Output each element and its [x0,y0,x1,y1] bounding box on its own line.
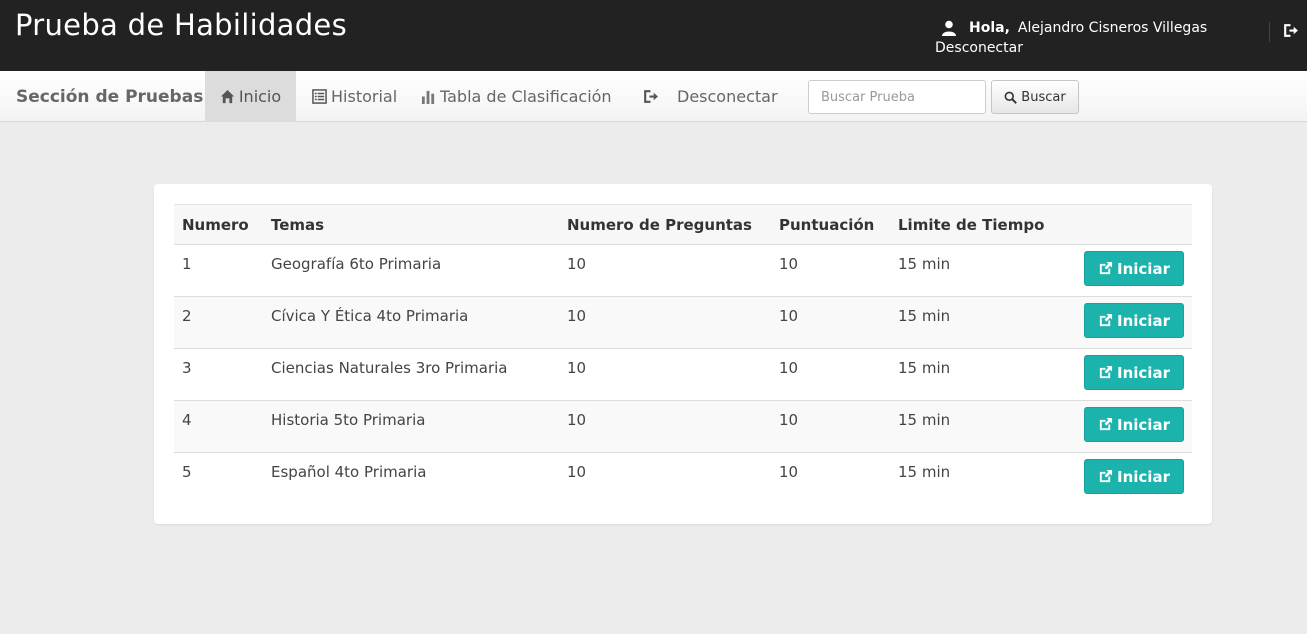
main-navbar: Sección de Pruebas Inicio Historial Tabl… [0,71,1307,122]
iniciar-label: Iniciar [1117,467,1170,486]
user-box: Hola, Alejandro Cisneros Villegas Descon… [935,20,1265,56]
top-logout-button[interactable] [1269,22,1305,42]
cell-tema: Ciencias Naturales 3ro Primaria [263,348,559,401]
cell-preguntas: 10 [559,400,771,453]
cell-puntuacion: 10 [771,244,890,297]
table-row: 2 Cívica Y Ética 4to Primaria 10 10 15 m… [174,296,1192,349]
app-title: Prueba de Habilidades [15,8,347,42]
cell-numero: 1 [174,244,263,297]
external-link-icon [1099,417,1113,431]
cell-puntuacion: 10 [771,296,890,349]
cell-puntuacion: 10 [771,452,890,505]
bar-chart-icon [421,90,435,104]
search-input[interactable] [808,80,986,114]
external-link-icon [1099,313,1113,327]
external-link-icon [1099,365,1113,379]
external-link-icon [1099,261,1113,275]
cell-preguntas: 10 [559,296,771,349]
nav-item-clasificacion[interactable]: Tabla de Clasificación [421,71,612,122]
table-row: 5 Español 4to Primaria 10 10 15 min Inic… [174,452,1192,505]
column-header: Temas [263,204,559,245]
cell-tema: Historia 5to Primaria [263,400,559,453]
cell-tiempo: 15 min [890,400,1065,453]
cell-preguntas: 10 [559,348,771,401]
iniciar-label: Iniciar [1117,259,1170,278]
logout-link[interactable]: Desconectar [935,40,1265,56]
column-header: Numero [174,204,263,245]
search-button-label: Buscar [1021,89,1066,105]
iniciar-label: Iniciar [1117,415,1170,434]
cell-tema: Cívica Y Ética 4to Primaria [263,296,559,349]
cell-tiempo: 15 min [890,452,1065,505]
iniciar-label: Iniciar [1117,363,1170,382]
table-row: 4 Historia 5to Primaria 10 10 15 min Ini… [174,400,1192,453]
nav-item-desconectar[interactable]: Desconectar [642,71,778,122]
search-icon [1004,91,1018,104]
cell-puntuacion: 10 [771,400,890,453]
nav-item-inicio[interactable]: Inicio [205,71,296,122]
nav-item-label: Historial [331,87,398,106]
nav-item-historial[interactable]: Historial [312,71,397,122]
table-row: 3 Ciencias Naturales 3ro Primaria 10 10 … [174,348,1192,401]
cell-tiempo: 15 min [890,244,1065,297]
cell-tema: Geografía 6to Primaria [263,244,559,297]
sign-out-icon [644,90,658,103]
cell-tiempo: 15 min [890,296,1065,349]
cell-numero: 4 [174,400,263,453]
sign-out-icon [1284,24,1298,37]
list-icon [312,89,327,104]
tests-panel: Numero Temas Numero de Preguntas Puntuac… [154,184,1212,524]
cell-puntuacion: 10 [771,348,890,401]
cell-numero: 2 [174,296,263,349]
iniciar-button[interactable]: Iniciar [1084,407,1184,442]
cell-numero: 5 [174,452,263,505]
user-name: Alejandro Cisneros Villegas [1017,20,1208,36]
iniciar-button[interactable]: Iniciar [1084,459,1184,494]
external-link-icon [1099,469,1113,483]
nav-brand[interactable]: Sección de Pruebas [16,87,203,107]
table-row: 1 Geografía 6to Primaria 10 10 15 min In… [174,244,1192,297]
iniciar-button[interactable]: Iniciar [1084,355,1184,390]
column-header: Numero de Preguntas [559,204,771,245]
cell-numero: 3 [174,348,263,401]
nav-item-label: Inicio [238,87,282,106]
home-icon [220,89,234,104]
cell-preguntas: 10 [559,452,771,505]
cell-tiempo: 15 min [890,348,1065,401]
greeting-text: Hola, [969,20,1010,36]
nav-item-label: Tabla de Clasificación [440,87,612,106]
search-button[interactable]: Buscar [991,80,1079,114]
nav-item-label: Desconectar [677,87,778,106]
cell-preguntas: 10 [559,244,771,297]
cell-tema: Español 4to Primaria [263,452,559,505]
user-icon [942,20,956,36]
top-header: Prueba de Habilidades Hola, Alejandro Ci… [0,0,1307,71]
column-header: Limite de Tiempo [890,204,1065,245]
column-header-action [1065,204,1192,245]
table-header-row: Numero Temas Numero de Preguntas Puntuac… [174,204,1192,245]
column-header: Puntuación [771,204,890,245]
iniciar-button[interactable]: Iniciar [1084,303,1184,338]
iniciar-label: Iniciar [1117,311,1170,330]
tests-table: Numero Temas Numero de Preguntas Puntuac… [174,204,1192,505]
iniciar-button[interactable]: Iniciar [1084,251,1184,286]
